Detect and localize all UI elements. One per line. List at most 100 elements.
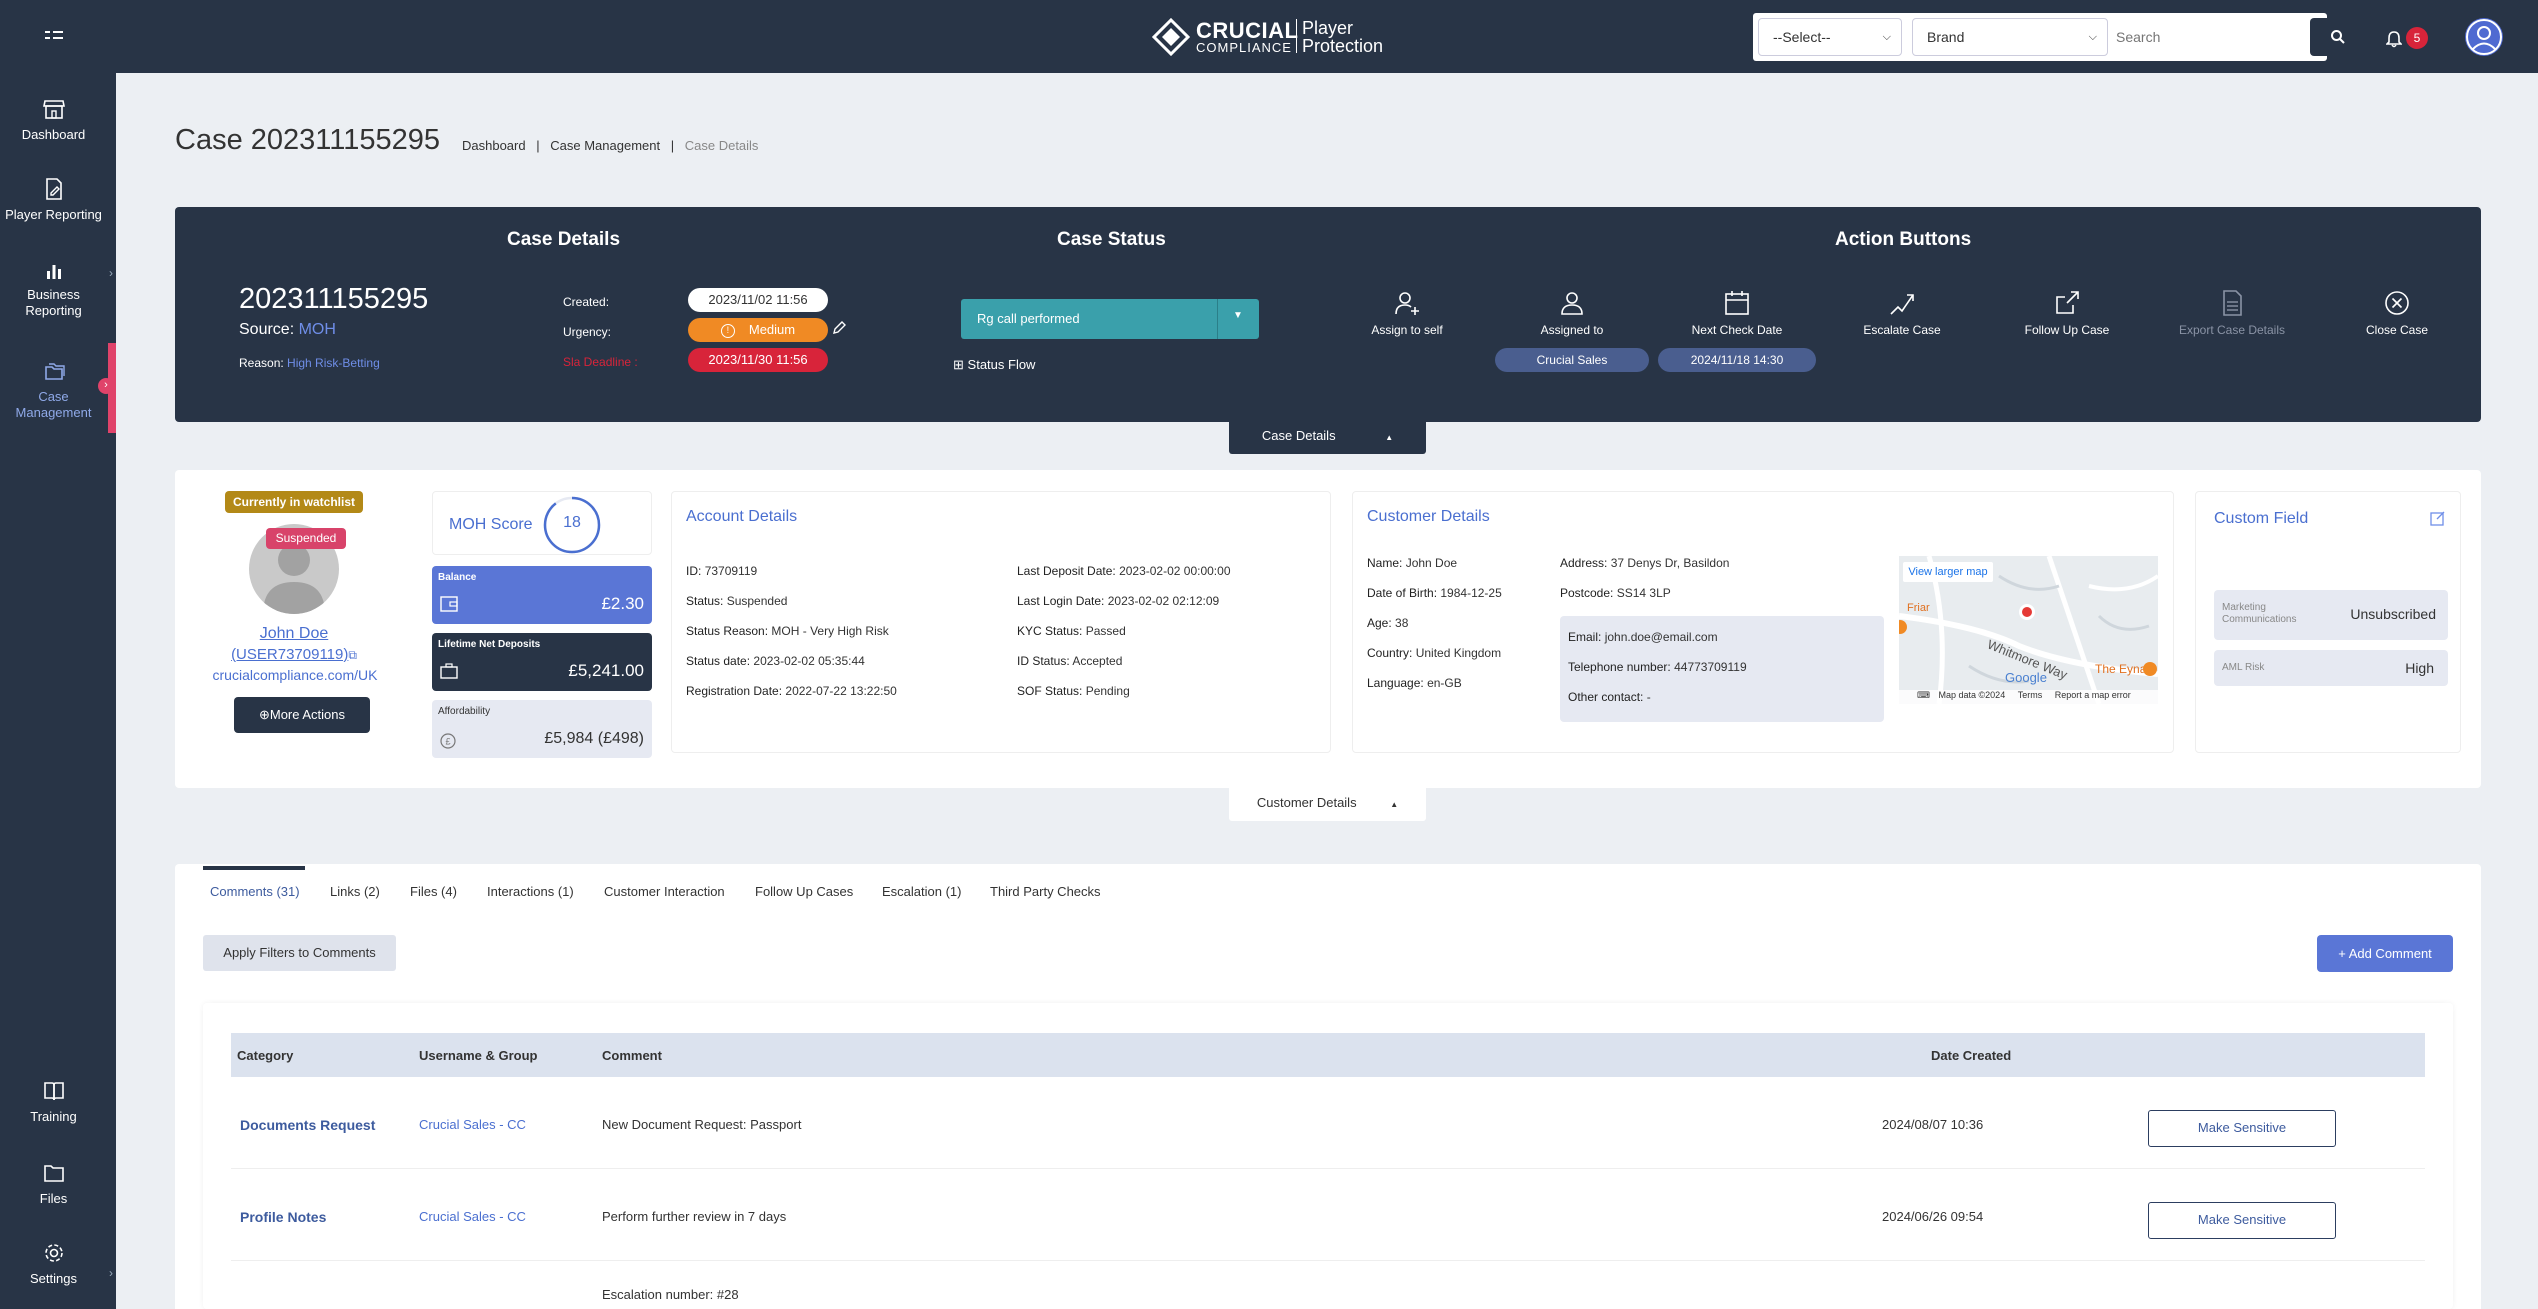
search-button[interactable] (2310, 18, 2366, 56)
make-sensitive-button[interactable]: Make Sensitive (2148, 1110, 2336, 1147)
sidebar-item-player-reporting[interactable]: Player Reporting › (0, 177, 113, 280)
assign-to-self-button[interactable]: Assign to self (1337, 289, 1477, 337)
moh-score-value: 18 (563, 514, 581, 531)
affordability-label: Affordability (438, 706, 491, 717)
more-actions-button[interactable]: ⊕More Actions (234, 697, 370, 733)
tab-files[interactable]: Files (4) (410, 884, 457, 899)
row-date: 2024/08/07 10:36 (1882, 1117, 1984, 1132)
calendar-icon (1725, 291, 1749, 315)
sidebar-item-files[interactable]: Files (0, 1161, 107, 1207)
action-buttons-heading: Action Buttons (1835, 229, 1972, 250)
custom-field-heading: Custom Field (2214, 510, 2309, 527)
customer-details-toggle[interactable]: Customer Details ▲ (1229, 786, 1426, 821)
chevron-down-icon: ⌵ (1882, 31, 1891, 43)
row-category-link[interactable]: Documents Request (240, 1117, 375, 1133)
row-user-link[interactable]: Crucial Sales - CC (419, 1117, 526, 1132)
customer-country-row: Country: United Kingdom (1367, 646, 1502, 660)
escalate-case-button[interactable]: Escalate Case (1832, 289, 1972, 337)
location-map[interactable]: View larger map Friar Whitmore Way The E… (1899, 556, 2158, 704)
action-label: Follow Up Case (2024, 323, 2110, 337)
logo-protection-text: Protection (1302, 36, 1384, 56)
pencil-edit-icon[interactable] (831, 320, 847, 336)
close-circle-icon (2385, 291, 2409, 315)
breadcrumb-case-management[interactable]: Case Management (550, 138, 660, 153)
book-icon (43, 1082, 64, 1101)
case-details-toggle[interactable]: Case Details ▲ (1229, 419, 1426, 454)
table-row: Documents Request Crucial Sales - CC New… (231, 1077, 2425, 1169)
notifications-button[interactable]: 5 (2386, 24, 2428, 52)
user-add-icon (1395, 292, 1419, 315)
urgency-value: Medium (748, 322, 796, 337)
sidebar-item-label: Files (39, 1191, 68, 1206)
sidebar-item-settings[interactable]: Settings › (0, 1241, 113, 1287)
map-terms-link[interactable]: Terms (2018, 690, 2043, 700)
moh-score-card: MOH Score 18 (432, 491, 652, 555)
header-date-created: Date Created (1931, 1048, 2012, 1063)
brand-dropdown[interactable]: Brand ⌵ (1912, 18, 2108, 56)
tab-follow-up-cases[interactable]: Follow Up Cases (755, 884, 853, 899)
folder-icon (43, 1165, 64, 1182)
grid-menu-icon[interactable] (44, 26, 66, 46)
make-sensitive-button[interactable]: Make Sensitive (2148, 1202, 2336, 1239)
header-username-group: Username & Group (419, 1048, 538, 1063)
apply-filters-button[interactable]: Apply Filters to Comments (203, 935, 396, 971)
view-larger-map-link[interactable]: View larger map (1903, 562, 1993, 582)
tab-third-party-checks[interactable]: Third Party Checks (990, 884, 1101, 899)
brand-logo[interactable]: CRUCIAL COMPLIANCE Player Protection (1152, 16, 1392, 58)
case-status-heading: Case Status (1057, 229, 1166, 250)
table-header: Category Username & Group Comment Date C… (231, 1033, 2425, 1077)
status-flow-link[interactable]: ⊞ Status Flow (953, 357, 1035, 373)
logo-sub-text: COMPLIANCE (1196, 40, 1292, 55)
tab-customer-interaction[interactable]: Customer Interaction (604, 884, 725, 899)
user-id-text: (USER73709119) (231, 646, 349, 663)
add-comment-button[interactable]: + Add Comment (2317, 935, 2453, 972)
folders-icon (44, 363, 65, 380)
chevron-right-icon: › (109, 266, 113, 280)
created-label: Created: (563, 295, 610, 309)
coin-icon: £ (440, 733, 456, 749)
follow-up-case-button[interactable]: Follow Up Case (1997, 289, 2137, 337)
customer-address-row: Address: 37 Denys Dr, Basildon (1560, 556, 1730, 570)
copy-icon[interactable]: ⧉ (348, 648, 357, 662)
row-comment: Perform further review in 7 days (602, 1209, 787, 1224)
status-flow-label: Status Flow (967, 357, 1036, 372)
reason-value[interactable]: High Risk-Betting (287, 356, 380, 370)
row-category-link[interactable]: Profile Notes (240, 1209, 326, 1225)
tab-links[interactable]: Links (2) (330, 884, 380, 899)
select-dropdown[interactable]: --Select-- ⌵ (1758, 18, 1902, 56)
row-comment: Escalation number: #28 (602, 1287, 739, 1302)
next-check-date-badge[interactable]: 2024/11/18 14:30 (1658, 348, 1816, 372)
flow-diagram-icon: ⊞ (953, 357, 964, 372)
action-label: Export Case Details (2178, 323, 2286, 337)
customer-site-link[interactable]: crucialcompliance.com/UK (200, 667, 390, 683)
next-check-date-button[interactable]: Next Check Date (1667, 289, 1807, 337)
lnd-label: Lifetime Net Deposits (438, 639, 541, 650)
export-case-details-button[interactable]: Export Case Details (2162, 289, 2302, 337)
assigned-to-badge[interactable]: Crucial Sales (1495, 348, 1649, 372)
close-case-button[interactable]: Close Case (2327, 289, 2467, 337)
edit-square-icon[interactable] (2430, 510, 2446, 526)
tab-interactions[interactable]: Interactions (1) (487, 884, 574, 899)
breadcrumb-dashboard[interactable]: Dashboard (462, 138, 526, 153)
source-value[interactable]: MOH (299, 321, 336, 338)
tab-comments[interactable]: Comments (31) (210, 884, 300, 899)
sidebar: Dashboard Player Reporting › Business Re… (0, 73, 116, 1309)
sidebar-item-label-line1: Case (38, 389, 69, 404)
assigned-to-button[interactable]: Assigned to (1502, 289, 1642, 337)
customer-user-id[interactable]: (USER73709119)⧉ (206, 646, 382, 663)
sidebar-item-training[interactable]: Training (0, 1079, 107, 1125)
account-sof-status-row: SOF Status: Pending (1017, 684, 1130, 698)
map-report-link[interactable]: Report a map error (2055, 690, 2131, 700)
custom-field-card: Custom Field Marketing Communications Un… (2195, 491, 2461, 753)
tab-escalation[interactable]: Escalation (1) (882, 884, 961, 899)
sidebar-item-dashboard[interactable]: Dashboard (0, 97, 107, 143)
sidebar-item-case-management[interactable]: Case Management (0, 359, 107, 421)
case-status-dropdown[interactable]: Rg call performed ▼ (961, 299, 1259, 339)
search-input[interactable] (2116, 20, 2306, 54)
custom-field-key: AML Risk (2222, 662, 2265, 673)
sidebar-item-business-reporting[interactable]: Business Reporting › (0, 261, 113, 366)
urgency-pill[interactable]: ! Medium (688, 318, 828, 342)
user-avatar[interactable] (2465, 18, 2503, 56)
customer-name-link[interactable]: John Doe (220, 625, 368, 643)
row-user-link[interactable]: Crucial Sales - CC (419, 1209, 526, 1224)
